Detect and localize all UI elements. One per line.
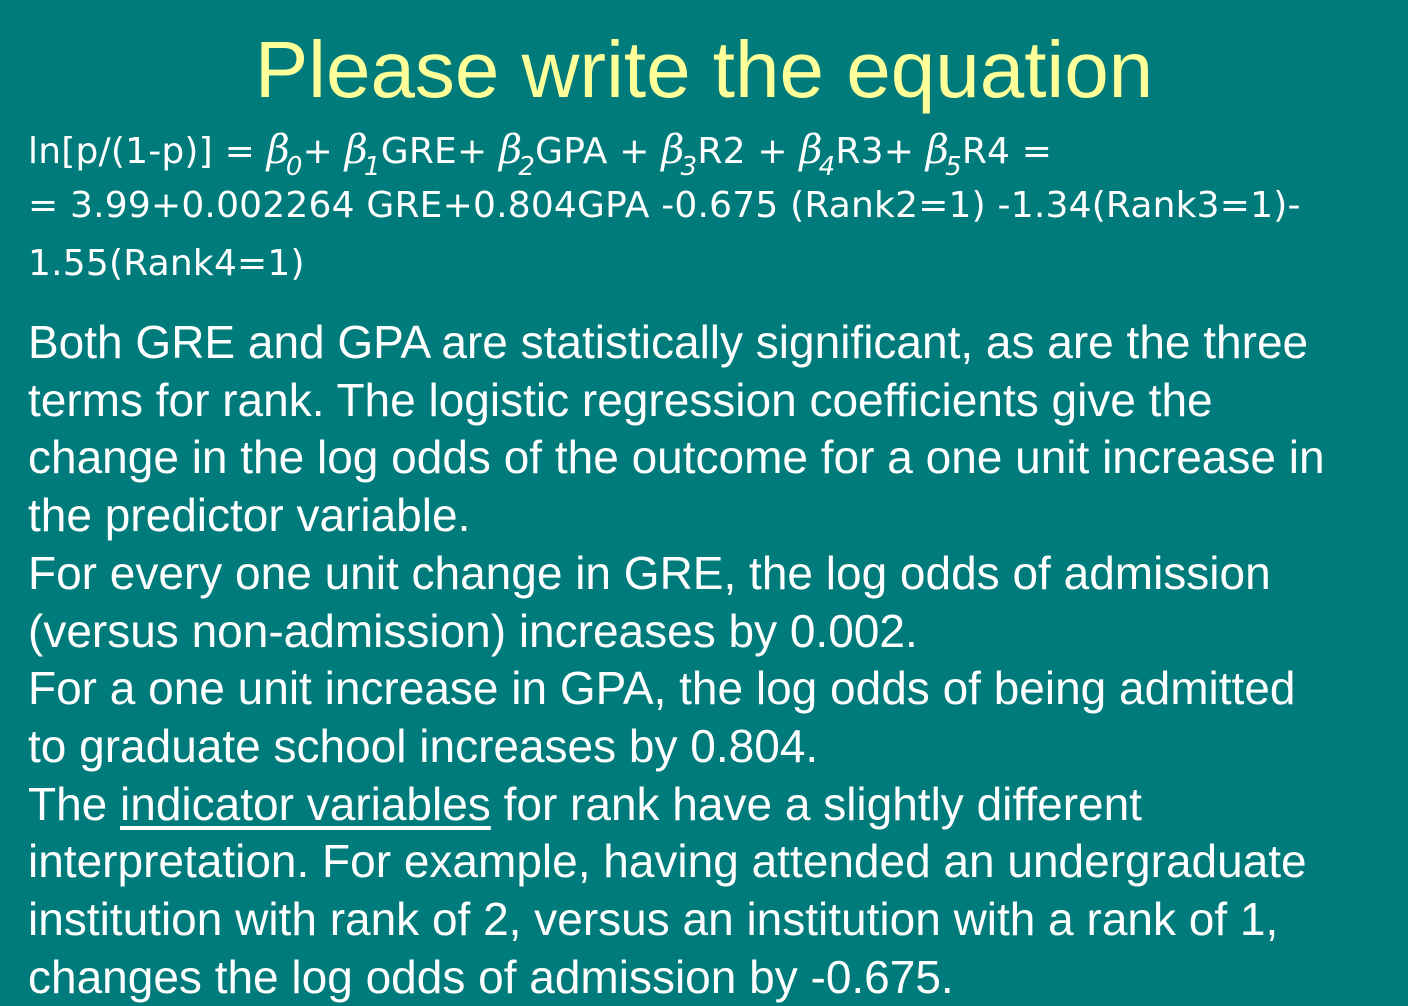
body-line-11: institution with rank of 2, versus an in… <box>28 893 1279 946</box>
indicator-variables-link[interactable]: indicator variables <box>120 778 491 830</box>
slide-title: Please write the equation <box>254 25 1154 114</box>
body-line-2: terms for rank. The logistic regression … <box>28 373 1213 426</box>
beta-2-subscript: 2 <box>518 152 536 182</box>
body-line-1: Both GRE and GPA are statistically signi… <box>28 316 1309 368</box>
body-line-8: to graduate school increases by 0.804. <box>28 719 819 772</box>
equation-line-2: = 3.99+0.002264 GRE+0.804GPA -0.675 (Ran… <box>28 185 1301 226</box>
beta-3-subscript: 3 <box>680 152 698 182</box>
equation-line-1: ln[p/(1-p)] = β0+ β1GRE+ β2GPA + β3R2 + … <box>28 124 1388 182</box>
equation-lhs: ln[p/(1-p)] = <box>28 131 267 172</box>
beta-4-subscript: 4 <box>818 152 836 182</box>
term-gre: GRE+ <box>380 131 500 172</box>
beta-1-subscript: 1 <box>364 152 381 182</box>
indicator-suffix: for rank have a slightly different <box>490 777 1142 830</box>
equation-line-3: 1.55(Rank4=1) <box>28 243 305 284</box>
body-line-7: For a one unit increase in GPA, the log … <box>28 662 1296 715</box>
plus-after-beta-0: + <box>302 131 345 172</box>
body-line-3: change in the log odds of the outcome fo… <box>28 431 1325 484</box>
term-gpa: GPA + <box>535 131 662 172</box>
body-line-10: interpretation. For example, having atte… <box>28 835 1307 888</box>
term-r3: R3+ <box>835 131 926 172</box>
indicator-prefix: The <box>28 777 121 830</box>
body-line-4: the predictor variable. <box>28 489 471 542</box>
term-r2: R2 + <box>697 131 800 172</box>
body-line-9: The indicator variables for rank have a … <box>28 776 1398 834</box>
beta-5-subscript: 5 <box>945 152 962 182</box>
body-line-12: changes the log odds of admission by -0.… <box>28 950 954 1003</box>
body-line-5: For every one unit change in GRE, the lo… <box>28 546 1271 599</box>
term-r4: R4 = <box>961 131 1053 172</box>
slide: Please write the equation ln[p/(1-p)] = … <box>0 0 1408 1003</box>
body-line-6: (versus non-admission) increases by 0.00… <box>28 604 918 657</box>
beta-0-subscript: 0 <box>285 152 303 182</box>
explanation-text: Both GRE and GPA are statistically signi… <box>28 314 1398 1006</box>
